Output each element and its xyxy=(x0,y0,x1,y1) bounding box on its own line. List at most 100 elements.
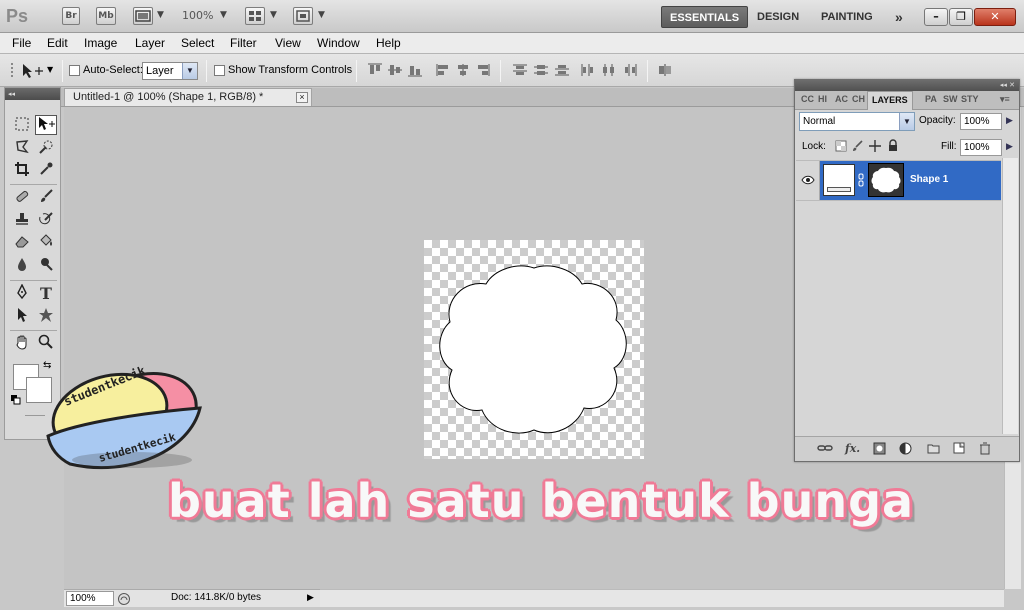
trash-icon[interactable] xyxy=(979,442,991,455)
healing-brush-tool[interactable] xyxy=(11,188,33,208)
vector-mask-thumbnail[interactable] xyxy=(868,163,904,197)
clone-stamp-tool[interactable] xyxy=(11,211,33,231)
auto-select-dropdown[interactable]: Layer ▼ xyxy=(142,62,198,80)
move-tool[interactable] xyxy=(35,115,57,135)
menu-help[interactable]: Help xyxy=(376,36,401,50)
new-group-icon[interactable] xyxy=(927,442,940,454)
arrange-documents-button[interactable] xyxy=(245,7,265,25)
type-tool[interactable]: T xyxy=(35,284,57,304)
menu-view[interactable]: View xyxy=(275,36,301,50)
layer-name[interactable]: Shape 1 xyxy=(910,174,948,185)
zoom-dropdown-icon[interactable]: ▼ xyxy=(220,10,227,20)
zoom-tool[interactable] xyxy=(35,334,57,354)
custom-shape-tool[interactable] xyxy=(35,307,57,327)
close-document-icon[interactable]: × xyxy=(296,92,308,103)
tab-swatches[interactable]: SW xyxy=(943,94,958,104)
tab-channels[interactable]: CH xyxy=(852,94,865,104)
eraser-tool[interactable] xyxy=(11,233,33,253)
tools-panel-header[interactable]: ◂◂ xyxy=(5,88,60,100)
menu-image[interactable]: Image xyxy=(84,36,117,50)
tab-color[interactable]: CC xyxy=(801,94,814,104)
distribute-bottom-icon[interactable] xyxy=(554,63,570,77)
menu-filter[interactable]: Filter xyxy=(230,36,257,50)
distribute-horizontal-center-icon[interactable] xyxy=(601,63,617,77)
distribute-left-icon[interactable] xyxy=(580,63,596,77)
view-extras-dropdown-icon[interactable]: ▼ xyxy=(157,10,164,20)
align-top-icon[interactable] xyxy=(367,63,383,77)
paint-bucket-tool[interactable] xyxy=(35,233,57,253)
layer-visibility-toggle[interactable] xyxy=(796,161,820,200)
tab-adjustments[interactable]: AC xyxy=(835,94,848,104)
align-right-icon[interactable] xyxy=(475,63,491,77)
document-tab[interactable]: Untitled-1 @ 100% (Shape 1, RGB/8) * × xyxy=(64,88,312,106)
flower-shape[interactable] xyxy=(424,240,644,459)
mini-bridge-button[interactable]: Mb xyxy=(96,7,116,25)
menu-edit[interactable]: Edit xyxy=(47,36,68,50)
zoom-level[interactable]: 100% xyxy=(182,9,213,22)
crop-tool[interactable] xyxy=(11,161,33,181)
status-menu-arrow-icon[interactable]: ▶ xyxy=(307,592,314,603)
lasso-tool[interactable] xyxy=(11,139,33,159)
menu-file[interactable]: File xyxy=(12,36,31,50)
workspace-essentials-button[interactable]: ESSENTIALS xyxy=(661,6,749,28)
menu-window[interactable]: Window xyxy=(317,36,360,50)
panel-menu-icon[interactable]: ▾≡ xyxy=(1000,94,1010,105)
align-vertical-center-icon[interactable] xyxy=(387,63,403,77)
link-layers-icon[interactable] xyxy=(817,442,833,454)
auto-align-layers-icon[interactable] xyxy=(657,63,673,77)
default-colors-icon[interactable] xyxy=(11,395,21,405)
marquee-tool[interactable] xyxy=(11,116,33,136)
layer-style-fx-icon[interactable]: fx. xyxy=(845,442,860,455)
auto-select-checkbox[interactable] xyxy=(69,65,80,76)
pen-tool[interactable] xyxy=(11,283,33,304)
blur-tool[interactable] xyxy=(11,256,33,276)
distribute-vertical-center-icon[interactable] xyxy=(533,63,549,77)
status-zoom-field[interactable]: 100% xyxy=(66,591,114,606)
workspace-painting-button[interactable]: PAINTING xyxy=(813,6,881,28)
show-transform-checkbox[interactable] xyxy=(214,65,225,76)
blend-mode-dropdown[interactable]: Normal ▼ xyxy=(799,112,915,131)
workspace-design-button[interactable]: DESIGN xyxy=(749,6,807,28)
horizontal-scrollbar[interactable] xyxy=(320,589,1004,607)
adjustment-layer-icon[interactable] xyxy=(899,442,912,455)
path-selection-tool[interactable] xyxy=(11,307,33,327)
lock-transparent-pixels-icon[interactable] xyxy=(835,140,847,152)
align-horizontal-center-icon[interactable] xyxy=(455,63,471,77)
tool-preset-picker[interactable]: ▼ xyxy=(20,62,58,80)
menu-select[interactable]: Select xyxy=(181,36,214,50)
distribute-top-icon[interactable] xyxy=(512,63,528,77)
dodge-tool[interactable] xyxy=(35,256,57,276)
align-left-icon[interactable] xyxy=(435,63,451,77)
history-brush-tool[interactable] xyxy=(35,211,57,231)
opacity-field[interactable]: 100% xyxy=(960,113,1002,130)
status-info-icon[interactable] xyxy=(117,592,131,606)
close-window-button[interactable]: ✕ xyxy=(974,8,1016,26)
layers-scrollbar[interactable] xyxy=(1002,158,1018,434)
bridge-button[interactable]: Br xyxy=(62,7,80,25)
add-mask-icon[interactable] xyxy=(873,442,886,455)
align-bottom-icon[interactable] xyxy=(407,63,423,77)
tab-layers[interactable]: LAYERS xyxy=(867,91,913,110)
lock-image-pixels-icon[interactable] xyxy=(852,140,864,152)
arrange-dropdown-icon[interactable]: ▼ xyxy=(270,10,277,20)
more-workspaces-button[interactable]: » xyxy=(887,6,911,28)
tab-histogram[interactable]: HI xyxy=(818,94,827,104)
distribute-right-icon[interactable] xyxy=(622,63,638,77)
minimize-button[interactable]: – xyxy=(924,8,948,26)
layer-fill-thumbnail[interactable] xyxy=(823,164,855,196)
brush-tool[interactable] xyxy=(35,188,57,208)
new-layer-icon[interactable] xyxy=(953,442,965,454)
tab-paths[interactable]: PA xyxy=(925,94,937,104)
panel-collapse-bar[interactable]: ◂◂ ✕ xyxy=(795,80,1019,91)
layer-row[interactable]: Shape 1 xyxy=(796,160,1001,201)
lock-position-icon[interactable] xyxy=(869,140,881,152)
fill-field[interactable]: 100% xyxy=(960,139,1002,156)
chain-link-icon[interactable] xyxy=(858,173,864,187)
eyedropper-tool[interactable] xyxy=(35,161,57,181)
menu-layer[interactable]: Layer xyxy=(135,36,165,50)
restore-button[interactable]: ❐ xyxy=(949,8,973,26)
opacity-slider-arrow-icon[interactable]: ▶ xyxy=(1003,113,1016,130)
tab-styles[interactable]: STY xyxy=(961,94,979,104)
screen-mode-button[interactable] xyxy=(293,7,313,25)
lock-all-icon[interactable] xyxy=(887,139,899,152)
